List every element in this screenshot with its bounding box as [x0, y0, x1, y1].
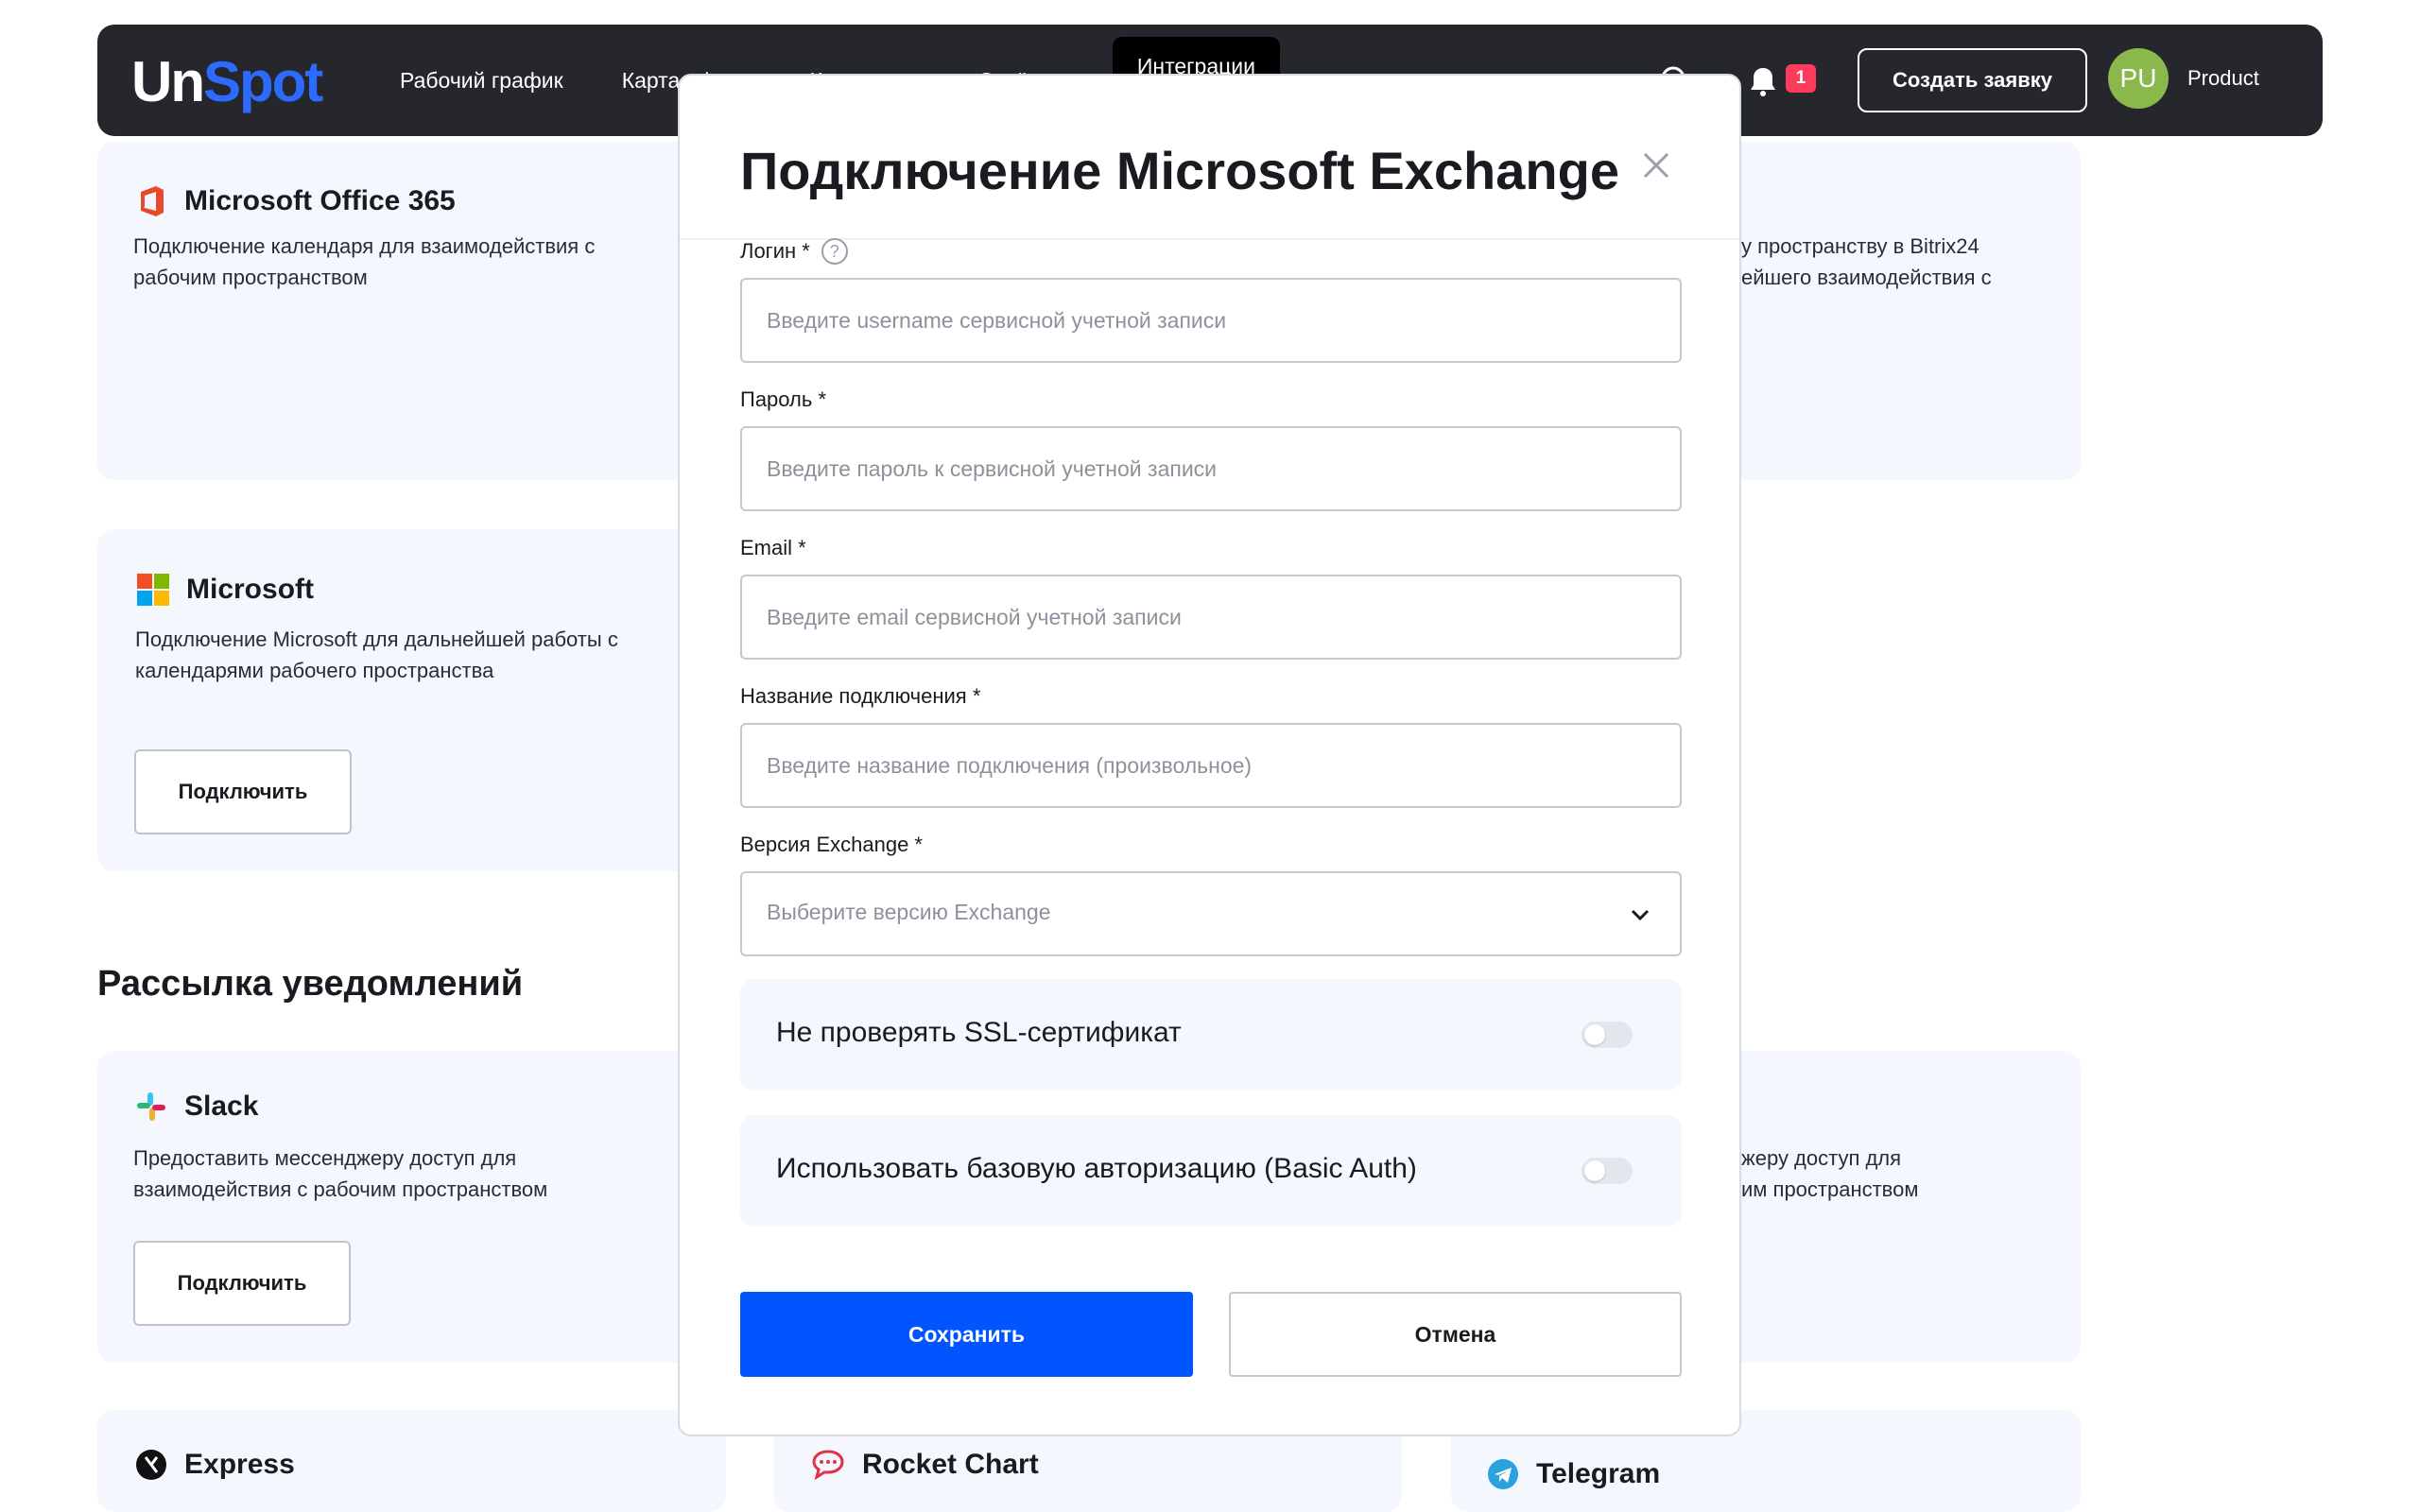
card-telegram-title: Telegram	[1487, 1458, 1660, 1490]
skip-ssl-toggle[interactable]	[1582, 1022, 1633, 1048]
telegram-icon	[1488, 1459, 1518, 1489]
skip-ssl-label: Не проверять SSL-сертификат	[776, 1017, 1182, 1048]
slack-icon	[137, 1092, 165, 1121]
office365-title-text: Microsoft Office 365	[184, 185, 456, 216]
office-icon	[141, 186, 164, 216]
logo-part-un: Un	[131, 50, 205, 113]
cancel-button[interactable]: Отмена	[1229, 1292, 1682, 1377]
card-bitrix-description-line2: ейшего взаимодействия с	[1741, 266, 1992, 289]
exchange-connect-modal: Подключение Microsoft Exchange Логин * ?…	[678, 74, 1741, 1436]
basic-auth-toggle[interactable]	[1582, 1158, 1633, 1184]
card-microsoft-description: Подключение Microsoft для дальнейшей раб…	[135, 627, 618, 682]
login-label: Логин * ?	[740, 238, 848, 265]
connection-name-label: Название подключения *	[740, 684, 981, 708]
slack-connect-button[interactable]: Подключить	[133, 1241, 351, 1326]
nav-item-schedule[interactable]: Рабочий график	[400, 68, 563, 94]
card-rocket-title: Rocket Chart	[811, 1449, 1039, 1481]
slack-title-text: Slack	[184, 1091, 259, 1122]
login-label-text: Логин *	[740, 239, 810, 263]
card-right-messenger-description-line2: им пространством	[1741, 1177, 1919, 1201]
express-icon	[136, 1450, 166, 1480]
card-express-title: Express	[135, 1449, 295, 1481]
basic-auth-label: Использовать базовую авторизацию (Basic …	[776, 1153, 1417, 1184]
card-microsoft-title: Microsoft	[137, 574, 314, 606]
card-bitrix-description-line1: у пространству в Bitrix24	[1741, 234, 1979, 258]
unspot-logo[interactable]: UnSpot	[131, 49, 323, 114]
express-title-text: Express	[184, 1449, 295, 1480]
microsoft-connect-button[interactable]: Подключить	[134, 749, 352, 834]
microsoft-title-text: Microsoft	[186, 574, 314, 605]
email-label: Email *	[740, 536, 806, 559]
card-slack-description: Предоставить мессенджеру доступ для взаи…	[133, 1146, 548, 1201]
help-icon[interactable]: ?	[821, 238, 848, 265]
card-office365-description: Подключение календаря для взаимодействия…	[133, 234, 596, 289]
exchange-version-placeholder: Выберите версию Exchange	[767, 900, 1051, 924]
basic-auth-row: Использовать базовую авторизацию (Basic …	[740, 1115, 1682, 1227]
notification-badge: 1	[1786, 64, 1816, 93]
skip-ssl-row: Не проверять SSL-сертификат	[740, 979, 1682, 1091]
card-office365-title: Microsoft Office 365	[135, 184, 456, 218]
create-request-button[interactable]: Создать заявку	[1858, 48, 2087, 112]
card-slack-title: Slack	[135, 1091, 258, 1123]
email-input[interactable]	[740, 575, 1682, 660]
exchange-version-label: Версия Exchange *	[740, 833, 923, 856]
microsoft-icon	[137, 574, 169, 606]
modal-title: Подключение Microsoft Exchange	[740, 141, 1619, 200]
bell-icon[interactable]	[1746, 64, 1780, 98]
telegram-title-text: Telegram	[1536, 1458, 1661, 1489]
logo-part-spot: Spot	[202, 50, 323, 113]
login-input[interactable]	[740, 278, 1682, 363]
connection-name-input[interactable]	[740, 723, 1682, 808]
notifications-section-title: Рассылка уведомлений	[97, 964, 524, 1004]
exchange-version-select[interactable]: Выберите версию Exchange	[740, 871, 1682, 956]
password-input[interactable]	[740, 426, 1682, 511]
card-right-messenger-description-line1: жеру доступ для	[1741, 1146, 1902, 1170]
rocket-chat-icon	[812, 1450, 844, 1481]
save-button[interactable]: Сохранить	[740, 1292, 1193, 1377]
rocket-title-text: Rocket Chart	[862, 1449, 1039, 1480]
close-icon[interactable]	[1634, 144, 1678, 187]
chevron-down-icon	[1631, 909, 1650, 921]
user-name[interactable]: Product	[2187, 66, 2259, 91]
password-label: Пароль *	[740, 387, 827, 411]
avatar[interactable]: PU	[2108, 48, 2169, 109]
